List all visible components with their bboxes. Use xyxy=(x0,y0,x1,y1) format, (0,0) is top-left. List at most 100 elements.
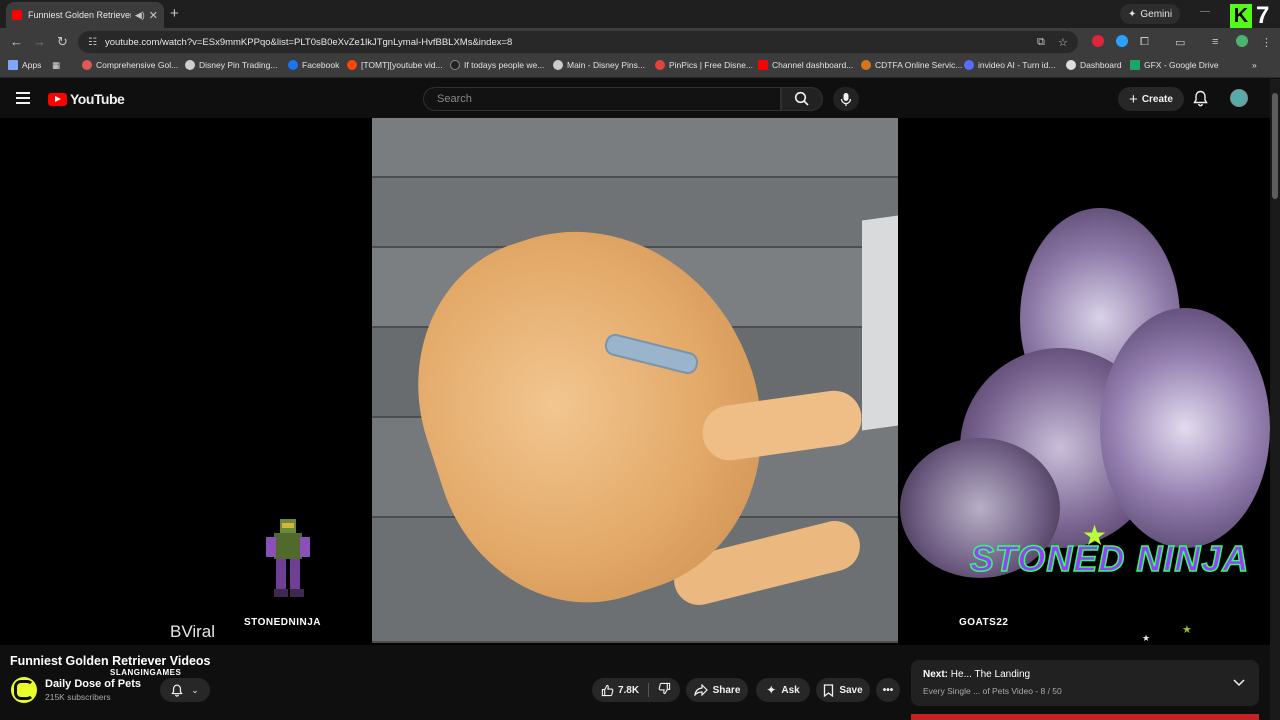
gemini-button[interactable]: ✦ Gemini xyxy=(1120,4,1181,24)
search-button[interactable] xyxy=(781,87,823,111)
ask-button[interactable]: ✦ Ask xyxy=(756,678,810,702)
channel-name[interactable]: Daily Dose of Pets xyxy=(45,678,141,690)
extension-red-icon[interactable] xyxy=(1092,35,1104,47)
dislike-button[interactable] xyxy=(658,682,671,698)
bookmark-item[interactable]: Dashboard xyxy=(1066,60,1122,70)
video-content[interactable] xyxy=(372,118,898,643)
url-text: youtube.com/watch?v=ESx9mmKPPqo&list=PLT… xyxy=(104,36,513,48)
subscription-bell-button[interactable]: ⌄ xyxy=(160,678,210,702)
bookmark-favicon-icon xyxy=(185,60,195,70)
next-title-text: He... The Landing xyxy=(950,669,1031,680)
like-dislike-group: 7.8K xyxy=(592,678,680,702)
tab-groups-icon[interactable]: ▦ xyxy=(52,60,60,71)
more-bookmarks-icon[interactable]: » xyxy=(1252,60,1257,70)
subscriber-count: 215K subscribers xyxy=(45,692,111,702)
bookmark-favicon-icon xyxy=(655,60,665,70)
playlist-next-panel[interactable]: Next: He... The Landing Every Single ...… xyxy=(911,660,1259,706)
door-edge xyxy=(862,215,898,431)
bookmark-item[interactable]: [TOMT][youtube vid... xyxy=(347,60,443,70)
bookmark-item[interactable]: Channel dashboard... xyxy=(758,60,853,70)
bookmark-item[interactable]: CDTFA Online Servic... xyxy=(861,60,962,70)
bookmark-item[interactable]: GFX - Google Drive xyxy=(1130,60,1219,70)
back-arrow-icon[interactable]: ← xyxy=(10,34,23,49)
gemini-sparkle-icon: ✦ xyxy=(1128,8,1137,20)
create-label: Create xyxy=(1141,93,1173,105)
extensions-puzzle-icon[interactable]: ⧠ xyxy=(1140,36,1149,49)
floor-plank xyxy=(372,118,898,178)
site-info-icon[interactable]: ☷ xyxy=(88,37,97,48)
video-title: Funniest Golden Retriever Videos xyxy=(10,654,211,668)
slanging-games-tag: SLANGINGAMES xyxy=(110,668,182,677)
more-actions-button[interactable]: ••• xyxy=(876,678,900,702)
goats22-tag: GOATS22 xyxy=(959,617,1009,628)
gemini-label: Gemini xyxy=(1140,8,1173,20)
share-arrow-icon xyxy=(693,684,708,696)
stoned-ninja-logo-text: STONED NINJA xyxy=(969,537,1250,580)
share-button[interactable]: Share xyxy=(686,678,748,702)
extension-blue-icon[interactable] xyxy=(1116,35,1128,47)
voice-search-button[interactable] xyxy=(833,87,859,111)
notifications-bell-icon[interactable] xyxy=(1193,90,1208,112)
chevron-down-icon: ⌄ xyxy=(191,684,199,695)
google-drive-icon xyxy=(1130,60,1140,70)
like-button[interactable]: 7.8K xyxy=(601,684,639,697)
page-scrollbar[interactable] xyxy=(1270,79,1280,720)
bookmark-item[interactable]: Facebook xyxy=(288,60,339,70)
forward-arrow-icon[interactable]: → xyxy=(33,34,46,49)
bookmark-favicon-icon xyxy=(553,60,563,70)
bookmark-item[interactable]: Main - Disney Pins... xyxy=(553,60,645,70)
expand-playlist-chevron-icon[interactable] xyxy=(1233,674,1245,692)
speaker-icon[interactable]: ◀) xyxy=(135,10,145,21)
reading-list-icon[interactable]: ≡ xyxy=(1212,36,1218,48)
search-input[interactable]: Search xyxy=(423,87,781,111)
browser-tab-active[interactable]: Funniest Golden Retriever Videos ◀) ✕ xyxy=(6,2,164,28)
save-label: Save xyxy=(839,684,863,696)
bookmark-item[interactable]: PinPics | Free Disne... xyxy=(655,60,753,70)
browser-toolbar: ← → ↻ ☷ youtube.com/watch?v=ESx9mmKPPqo&… xyxy=(0,28,1280,56)
minimize-window-icon[interactable]: — xyxy=(1200,6,1210,17)
bookmark-favicon-icon xyxy=(1066,60,1076,70)
thumbs-up-icon xyxy=(601,684,614,696)
bookmark-item[interactable]: Comprehensive Gol... xyxy=(82,60,178,70)
floor-plank xyxy=(372,178,898,248)
bell-icon xyxy=(171,684,183,697)
bookmark-favicon-icon xyxy=(82,60,92,70)
address-bar[interactable]: ☷ youtube.com/watch?v=ESx9mmKPPqo&list=P… xyxy=(78,31,1078,53)
youtube-play-icon xyxy=(48,92,67,106)
bookmark-item[interactable]: Disney Pin Trading... xyxy=(185,60,277,70)
search-icon xyxy=(794,91,809,106)
youtube-favicon-icon xyxy=(12,10,22,20)
bookmark-apps[interactable]: Apps xyxy=(8,60,41,70)
browser-tab-strip: Funniest Golden Retriever Videos ◀) ✕ + … xyxy=(0,0,1280,29)
create-button[interactable]: + Create xyxy=(1118,87,1184,111)
menu-hamburger-icon[interactable] xyxy=(16,92,30,104)
side-panel-icon[interactable]: ▭ xyxy=(1175,36,1185,49)
channel-avatar[interactable] xyxy=(11,677,37,703)
close-tab-icon[interactable]: ✕ xyxy=(149,9,158,22)
star-icon: ★ xyxy=(1142,633,1151,643)
like-count: 7.8K xyxy=(617,684,640,696)
bookmarks-bar: Apps ▦ Comprehensive Gol... Disney Pin T… xyxy=(0,56,1280,78)
reload-icon[interactable]: ↻ xyxy=(57,34,68,50)
overlay-number: 7 xyxy=(1256,2,1270,29)
tiktok-icon xyxy=(450,60,460,70)
like-divider xyxy=(648,683,650,697)
account-avatar[interactable] xyxy=(1230,89,1248,107)
install-app-icon[interactable]: ⧉ xyxy=(1037,36,1045,49)
plus-icon: + xyxy=(1129,90,1138,108)
video-player[interactable]: STONED NINJA BViral STONEDNINJA GOATS22 … xyxy=(0,118,1270,645)
bookmark-item[interactable]: If todays people we... xyxy=(450,60,544,70)
browser-menu-icon[interactable]: ⋮ xyxy=(1261,36,1272,49)
scrollbar-thumb[interactable] xyxy=(1272,93,1278,199)
playlist-progress: Every Single ... of Pets Video - 8 / 50 xyxy=(923,686,1062,696)
save-button[interactable]: Save xyxy=(816,678,870,702)
bookmark-star-icon[interactable]: ☆ xyxy=(1058,36,1068,49)
next-video-title: Next: He... The Landing xyxy=(923,669,1030,680)
youtube-logo[interactable]: YouTube xyxy=(48,91,125,107)
profile-icon[interactable] xyxy=(1236,35,1248,47)
bookmark-item[interactable]: invideo AI - Turn id... xyxy=(964,60,1055,70)
next-prefix: Next: xyxy=(923,669,949,680)
next-thumbnail-strip xyxy=(911,714,1259,720)
microphone-icon xyxy=(840,92,852,106)
new-tab-button[interactable]: + xyxy=(170,5,179,22)
